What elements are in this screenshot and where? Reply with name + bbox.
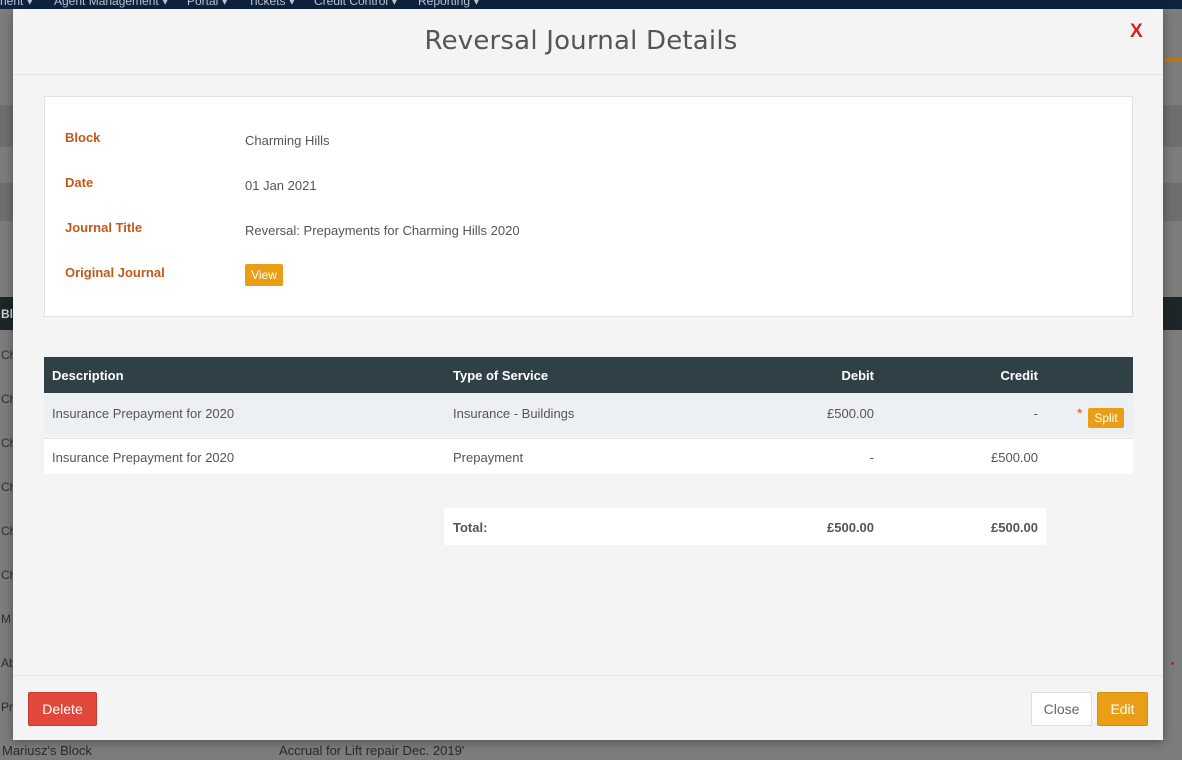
reversal-journal-modal: Reversal Journal Details X Block Charmin… xyxy=(13,9,1163,740)
bg-row-text: Pr xyxy=(1,700,13,714)
totals-row: Total: £500.00 £500.00 xyxy=(444,508,1046,545)
bg-nav-item: Reporting ▾ xyxy=(418,0,480,8)
background-top-nav: nent ▾ Agent Management ▾ Portal ▾ Ticke… xyxy=(0,0,1182,9)
bg-row-text: Bl xyxy=(1,307,13,321)
journal-title-label: Journal Title xyxy=(65,220,143,235)
background-dot xyxy=(1171,662,1174,665)
table-header: Description Type of Service Debit Credit xyxy=(44,357,1133,393)
header-description: Description xyxy=(52,368,124,383)
block-value: Charming Hills xyxy=(245,133,330,148)
journal-details-card: Block Charming Hills Date 01 Jan 2021 Jo… xyxy=(44,96,1133,317)
total-debit: £500.00 xyxy=(827,520,874,535)
row-credit: - xyxy=(1033,406,1038,421)
bg-row-text: M xyxy=(1,612,11,626)
close-button[interactable]: Close xyxy=(1031,692,1092,726)
row-debit: £500.00 xyxy=(827,406,874,421)
row-description: Insurance Prepayment for 2020 xyxy=(52,406,235,421)
total-label: Total: xyxy=(453,520,488,535)
background-band xyxy=(0,183,13,221)
table-row: Insurance Prepayment for 2020 Prepayment… xyxy=(44,438,1133,474)
bg-bottom-block: Mariusz's Block xyxy=(2,743,92,758)
close-x-icon[interactable]: X xyxy=(1130,21,1143,43)
bg-nav-item: Agent Management ▾ xyxy=(54,0,169,8)
background-band xyxy=(0,105,13,147)
row-description: Insurance Prepayment for 2020 xyxy=(52,450,235,465)
delete-button[interactable]: Delete xyxy=(28,692,97,726)
row-type-of-service: Prepayment xyxy=(453,450,524,465)
row-type-of-service: Insurance - Buildings xyxy=(453,406,575,421)
bg-nav-item: nent ▾ xyxy=(0,0,33,8)
edit-button[interactable]: Edit xyxy=(1097,692,1148,726)
background-band xyxy=(1163,183,1182,221)
bg-nav-item: Portal ▾ xyxy=(187,0,228,8)
date-value: 01 Jan 2021 xyxy=(245,178,317,193)
total-credit: £500.00 xyxy=(991,520,1038,535)
header-debit: Debit xyxy=(841,368,875,383)
background-band xyxy=(1163,105,1182,147)
modal-footer: Delete Close Edit xyxy=(13,675,1163,740)
background-accent-line xyxy=(1163,58,1182,61)
modal-title: Reversal Journal Details xyxy=(424,26,738,56)
journal-title-value: Reversal: Prepayments for Charming Hills… xyxy=(245,223,520,238)
bg-nav-item: Credit Control ▾ xyxy=(314,0,398,8)
original-journal-label: Original Journal xyxy=(65,265,165,280)
date-label: Date xyxy=(65,175,94,190)
header-type-of-service: Type of Service xyxy=(453,368,549,383)
view-original-journal-button[interactable]: View xyxy=(245,264,283,286)
header-credit: Credit xyxy=(1000,368,1038,383)
split-marker-asterisk: * xyxy=(1077,405,1083,421)
table-row: Insurance Prepayment for 2020 Insurance … xyxy=(44,393,1133,434)
modal-header: Reversal Journal Details X xyxy=(13,9,1163,75)
row-debit: - xyxy=(869,450,874,465)
row-credit: £500.00 xyxy=(991,450,1038,465)
background-bottom-row: Mariusz's Block Accrual for Lift repair … xyxy=(0,740,1182,760)
bg-nav-item: Tickets ▾ xyxy=(248,0,295,8)
split-button[interactable]: Split xyxy=(1088,408,1124,428)
block-label: Block xyxy=(65,130,101,145)
bg-bottom-title: Accrual for Lift repair Dec. 2019' xyxy=(279,743,465,758)
